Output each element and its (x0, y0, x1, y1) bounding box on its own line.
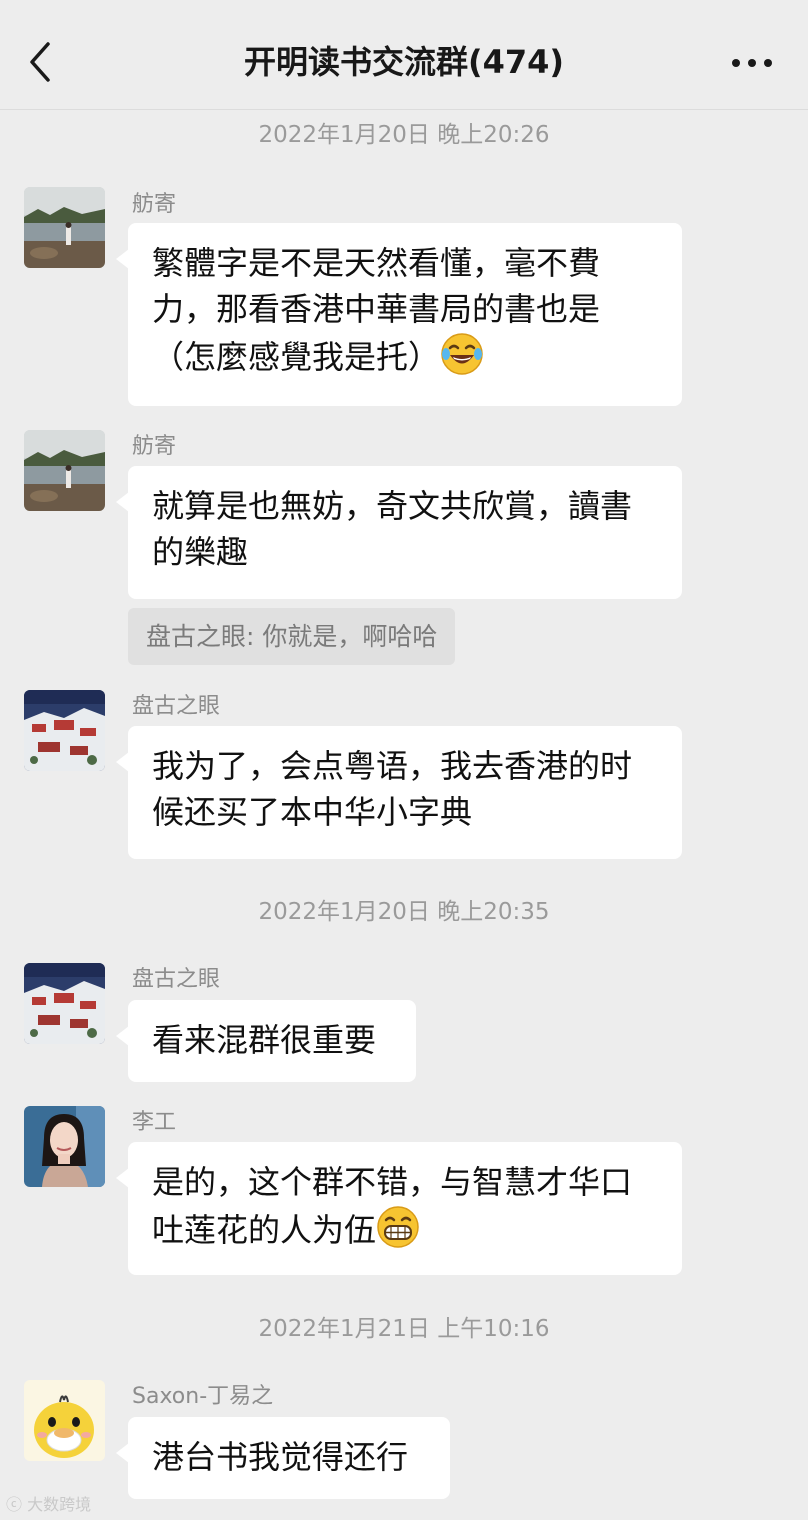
grinning-emoji (377, 1206, 419, 1248)
message-text: 繁體字是不是天然看懂，毫不費力，那看香港中華書局的書也是（怎麼感覺我是托） (152, 244, 601, 376)
more-button[interactable] (728, 46, 778, 80)
sender-name: 盘古之眼 (132, 694, 221, 719)
sender-name: 盘古之眼 (132, 967, 221, 992)
laughing-tears-emoji (441, 333, 483, 375)
timestamp: 2022年1月20日 晚上20:35 (258, 899, 550, 925)
chat-title: 开明读书交流群(474) (243, 43, 565, 81)
snow-palace-avatar (24, 963, 105, 1044)
woman-portrait-avatar (24, 1106, 105, 1187)
message-bubble[interactable]: 是的，这个群不错，与智慧才华口吐莲花的人为伍 (116, 1142, 682, 1275)
sender-name: 李工 (132, 1110, 177, 1135)
avatar[interactable] (24, 1106, 105, 1187)
avatar[interactable] (24, 187, 105, 268)
sender-name: Saxon-丁易之 (132, 1384, 274, 1409)
message-bubble[interactable]: 就算是也無妨，奇文共欣賞，讀書的樂趣 (116, 466, 682, 599)
timestamp: 2022年1月20日 晚上20:26 (258, 122, 550, 148)
avatar[interactable] (24, 430, 105, 511)
landscape-lake-avatar (24, 187, 105, 268)
quoted-reply[interactable]: 盘古之眼: 你就是，啊哈哈 (128, 608, 456, 665)
sender-name: 舫寄 (132, 434, 177, 459)
message-bubble[interactable]: 繁體字是不是天然看懂，毫不費力，那看香港中華書局的書也是（怎麼感覺我是托） (116, 223, 682, 406)
message-bubble[interactable]: 我为了，会点粤语，我去香港的时候还买了本中华小字典 (116, 726, 682, 859)
avatar[interactable] (24, 1380, 105, 1461)
watermark: ⓒ 大数跨境 (6, 1494, 91, 1516)
watermark-logo-icon: ⓒ (6, 1495, 28, 1514)
sender-name: 舫寄 (132, 192, 177, 217)
message-bubble[interactable]: 港台书我觉得还行 (116, 1417, 450, 1499)
more-dots-icon (732, 59, 772, 67)
chat-header: 开明读书交流群(474) (0, 0, 808, 110)
chat-screen: 开明读书交流群(474) 2022年1月20日 晚上20:26 舫寄 繁體字是不… (0, 0, 808, 1520)
watermark-text: 大数跨境 (27, 1495, 92, 1514)
avatar[interactable] (24, 690, 105, 771)
landscape-lake-avatar (24, 430, 105, 511)
avatar[interactable] (24, 963, 105, 1044)
message-bubble[interactable]: 看来混群很重要 (116, 1000, 416, 1082)
yellow-duck-avatar (24, 1380, 105, 1461)
snow-palace-avatar (24, 690, 105, 771)
timestamp: 2022年1月21日 上午10:16 (258, 1316, 550, 1342)
